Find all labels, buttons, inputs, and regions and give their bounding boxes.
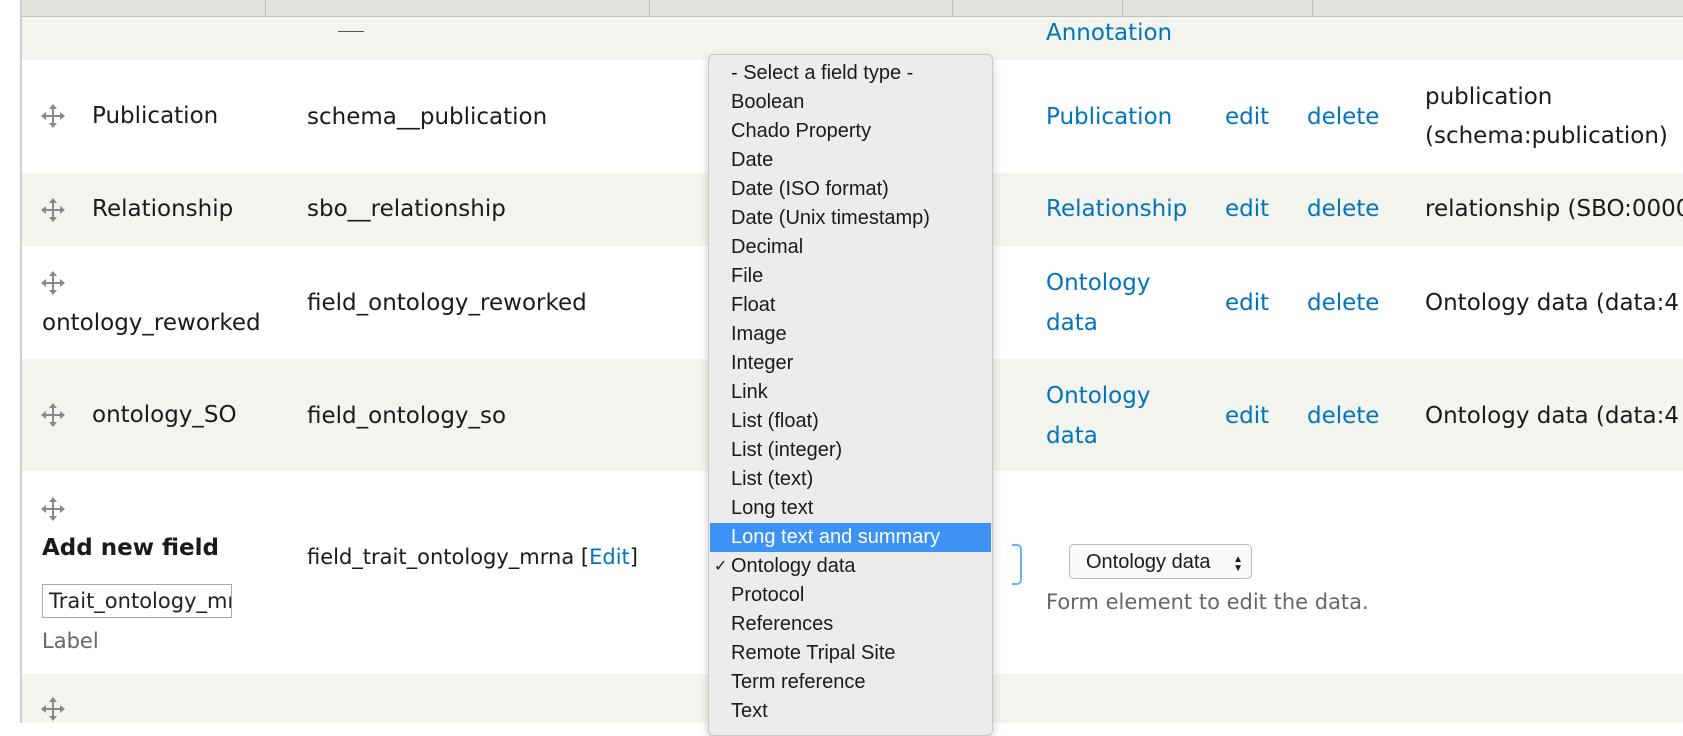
dropdown-option-label: Chado Property [731, 120, 872, 142]
dropdown-option[interactable]: Float [710, 291, 991, 320]
widget-link-line1[interactable]: Ontology [1046, 376, 1150, 416]
label-caption: Label [42, 629, 99, 653]
dropdown-option[interactable]: Decimal [710, 233, 991, 262]
dropdown-option[interactable]: List (text) [710, 465, 991, 494]
left-gutter [0, 0, 22, 723]
edit-link[interactable]: edit [1225, 396, 1269, 436]
field-label: ontology_SO [92, 402, 237, 428]
dropdown-option[interactable]: Text [710, 697, 991, 726]
widget-link-line2[interactable]: data [1046, 303, 1098, 343]
delete-link[interactable]: delete [1307, 283, 1379, 323]
edit-link[interactable]: edit [1225, 97, 1269, 137]
drag-handle-icon[interactable] [40, 197, 66, 223]
dropdown-option-label: Date (ISO format) [731, 178, 889, 200]
dropdown-option-label: List (float) [731, 410, 819, 432]
dropdown-option-label: Integer [731, 352, 794, 374]
dropdown-option[interactable]: Remote Tripal Site [710, 639, 991, 668]
field-label: ontology_reworked [42, 310, 261, 336]
dropdown-option-label: References [731, 613, 834, 635]
dropdown-option[interactable]: Date [710, 146, 991, 175]
widget-link-line2[interactable]: data [1046, 416, 1098, 456]
dropdown-option-label: List (integer) [731, 439, 843, 461]
field-label: Publication [92, 103, 219, 129]
edit-link[interactable]: edit [1225, 283, 1269, 323]
dropdown-option[interactable]: Protocol [710, 581, 991, 610]
dropdown-option[interactable]: Date (ISO format) [710, 175, 991, 204]
dropdown-option[interactable]: File [710, 262, 991, 291]
widget-select[interactable]: Ontology data ▲ ▼ [1069, 544, 1252, 579]
checkmark-icon: ✓ [714, 558, 728, 575]
dropdown-option-label: List (text) [731, 468, 814, 490]
dropdown-option-label: Decimal [731, 236, 804, 258]
delete-link[interactable]: delete [1307, 189, 1379, 229]
field-type-dropdown-menu[interactable]: - Select a field type - Boolean Chado Prop… [708, 54, 993, 736]
dropdown-option-label: Text [731, 700, 768, 722]
widget-link[interactable]: Relationship [1046, 189, 1187, 229]
select-arrows-icon: ▲ ▼ [1233, 553, 1243, 574]
drag-handle-icon[interactable] [40, 402, 66, 428]
dropdown-option[interactable]: List (integer) [710, 436, 991, 465]
dropdown-option-label: Long text and summary [731, 526, 940, 548]
edit-machine-name-link[interactable]: Edit [589, 545, 630, 569]
dropdown-option[interactable]: Long text [710, 494, 991, 523]
widget-link-annotation[interactable]: Annotation [1046, 19, 1172, 47]
dropdown-option[interactable]: Term reference [710, 668, 991, 697]
table-header [22, 0, 1683, 17]
dropdown-option[interactable]: - Select a field type - [710, 59, 991, 88]
drag-handle-icon[interactable] [40, 696, 66, 722]
widget-type: Ontology data (data:4 [1425, 290, 1680, 316]
dropdown-option[interactable]: Boolean [710, 88, 991, 117]
widget-type: Ontology data (data:4 [1425, 403, 1680, 429]
dropdown-option-label: Link [731, 381, 768, 403]
field-machine-name: field_ontology_reworked [307, 290, 587, 316]
dropdown-option[interactable]: Date (Unix timestamp) [710, 204, 991, 233]
dropdown-option[interactable]: Image [710, 320, 991, 349]
dropdown-option[interactable]: References [710, 610, 991, 639]
field-machine-name: field_ontology_so [307, 403, 507, 429]
dropdown-option[interactable]: Long text and summary [710, 523, 991, 552]
dropdown-option[interactable]: ✓ Ontology data [710, 552, 991, 581]
dropdown-option[interactable]: Integer [710, 349, 991, 378]
dropdown-option-label: Date (Unix timestamp) [731, 207, 930, 229]
drag-handle-icon[interactable] [40, 270, 66, 296]
field-machine-name: schema__publication [307, 104, 548, 130]
new-field-machine-name: field_trait_ontology_mrna [Edit] [307, 545, 638, 569]
truncated-text-fragment [338, 31, 364, 32]
widget-type: relationship (SBO:0000 [1425, 196, 1683, 222]
dropdown-option-label: Float [731, 294, 776, 316]
dropdown-option-label: Image [731, 323, 787, 345]
delete-link[interactable]: delete [1307, 97, 1379, 137]
field-label: Relationship [92, 196, 234, 222]
dropdown-option-label: File [731, 265, 764, 287]
dropdown-option-label: - Select a field type - [731, 62, 914, 84]
dropdown-option-label: Date [731, 149, 774, 171]
drag-handle-icon[interactable] [40, 103, 66, 129]
widget-type-line2: (schema:publication) [1425, 123, 1668, 149]
dropdown-option-label: Long text [731, 497, 814, 519]
dropdown-option[interactable]: Link [710, 378, 991, 407]
dropdown-option[interactable]: Chado Property [710, 117, 991, 146]
field-machine-name: sbo__relationship [307, 196, 506, 222]
widget-link-line1[interactable]: Ontology [1046, 263, 1150, 303]
edit-link[interactable]: edit [1225, 189, 1269, 229]
new-field-label-input[interactable]: Trait_ontology_mr [42, 584, 232, 618]
delete-link[interactable]: delete [1307, 396, 1379, 436]
field-type-select-focus-edge[interactable] [1012, 544, 1022, 585]
dropdown-option-label: Remote Tripal Site [731, 642, 896, 664]
dropdown-option-label: Boolean [731, 91, 805, 113]
dropdown-option-label: Protocol [731, 584, 805, 606]
dropdown-option[interactable]: List (float) [710, 407, 991, 436]
dropdown-option-label: Ontology data [731, 555, 856, 577]
widget-type-line1: publication [1425, 84, 1553, 110]
add-new-field-title: Add new field [42, 535, 219, 561]
widget-link[interactable]: Publication [1046, 97, 1172, 137]
drag-handle-icon[interactable] [40, 496, 66, 522]
widget-description: Form element to edit the data. [1046, 590, 1369, 614]
dropdown-option-label: Term reference [731, 671, 866, 693]
